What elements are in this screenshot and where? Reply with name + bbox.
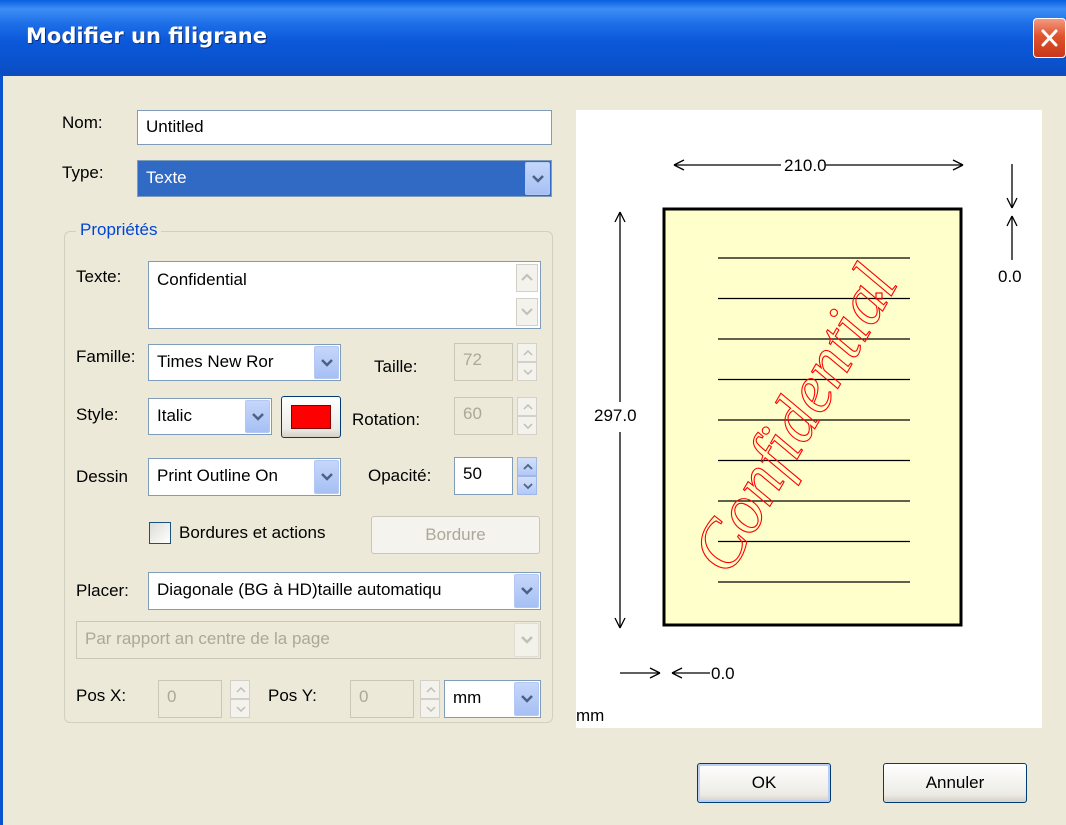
posy-label: Pos Y: — [268, 686, 317, 705]
close-button[interactable] — [1033, 18, 1066, 58]
bordures-checkbox[interactable] — [149, 522, 171, 544]
height-dimension-label: 297.0 — [594, 406, 637, 425]
arrow-down-icon — [426, 705, 436, 712]
cancel-button[interactable]: Annuler — [883, 763, 1027, 803]
arrow-up-icon — [523, 463, 533, 470]
arrow-up-icon — [523, 349, 533, 356]
width-dimension-label: 210.0 — [784, 156, 827, 175]
properties-legend: Propriétés — [76, 220, 162, 240]
opacite-input[interactable]: 50 — [454, 457, 513, 495]
arrow-up-icon — [426, 686, 436, 693]
color-swatch — [291, 405, 331, 429]
watermark-preview: 210.0 0.0 297.0 0.0 mm Confidential — [576, 110, 1042, 728]
dialog-window: Modifier un filigrane Nom: Untitled Type… — [0, 0, 1066, 825]
texte-textarea[interactable]: Confidential — [148, 261, 541, 329]
opacite-spinner[interactable] — [517, 457, 537, 495]
type-select[interactable]: Texte — [137, 160, 552, 197]
texte-value: Confidential — [157, 270, 247, 289]
chevron-down-icon — [321, 358, 333, 367]
chevron-down-icon — [521, 695, 533, 703]
textarea-scrollbar[interactable] — [516, 264, 538, 326]
rotation-spinner[interactable] — [517, 397, 537, 435]
style-select-value: Italic — [157, 406, 192, 425]
unit-select-value: mm — [453, 688, 482, 707]
taille-label: Taille: — [374, 357, 418, 376]
scroll-up-icon — [521, 274, 533, 281]
placer-select-value: Diagonale (BG à HD)taille automatiqu — [157, 580, 442, 599]
rotation-input[interactable]: 60 — [454, 397, 513, 435]
arrow-down-icon — [523, 368, 533, 375]
opacite-label: Opacité: — [368, 466, 432, 485]
famille-select[interactable]: Times New Ror — [148, 344, 341, 381]
title-bar[interactable]: Modifier un filigrane — [0, 0, 1066, 76]
famille-select-value: Times New Ror — [157, 352, 274, 371]
relative-dropdown-button[interactable] — [514, 623, 539, 657]
window-title: Modifier un filigrane — [26, 24, 267, 48]
posx-label: Pos X: — [76, 686, 127, 705]
chevron-down-icon — [252, 412, 264, 421]
famille-dropdown-button[interactable] — [314, 346, 339, 379]
dessin-label: Dessin — [76, 467, 128, 486]
nom-input[interactable]: Untitled — [137, 110, 552, 145]
placer-dropdown-button[interactable] — [514, 574, 539, 608]
chevron-down-icon — [321, 473, 333, 481]
color-picker-button[interactable] — [281, 396, 341, 438]
top-offset-label: 0.0 — [998, 267, 1022, 286]
taille-spinner[interactable] — [517, 343, 537, 381]
dessin-select-value: Print Outline On — [157, 466, 278, 485]
unit-select[interactable]: mm — [444, 680, 541, 718]
window-border — [0, 76, 3, 825]
close-icon — [1041, 29, 1058, 47]
chevron-down-icon — [521, 587, 533, 595]
type-dropdown-button[interactable] — [525, 162, 550, 195]
arrow-down-icon — [523, 482, 533, 489]
posx-spinner[interactable] — [230, 680, 250, 718]
relative-to-select[interactable]: Par rapport an centre de la page — [76, 621, 541, 659]
arrow-down-icon — [236, 705, 246, 712]
unit-label: mm — [576, 706, 604, 725]
posy-spinner[interactable] — [420, 680, 440, 718]
arrow-up-icon — [523, 403, 533, 410]
dessin-dropdown-button[interactable] — [314, 460, 339, 494]
relative-to-value: Par rapport an centre de la page — [85, 629, 330, 648]
style-label: Style: — [76, 405, 119, 424]
dessin-select[interactable]: Print Outline On — [148, 458, 341, 496]
chevron-down-icon — [532, 174, 544, 183]
arrow-down-icon — [523, 422, 533, 429]
type-label: Type: — [62, 163, 104, 182]
posx-input[interactable]: 0 — [158, 680, 222, 718]
chevron-down-icon — [521, 636, 533, 644]
preview-canvas: 210.0 0.0 297.0 0.0 mm Confidential — [576, 156, 1022, 725]
ok-button[interactable]: OK — [697, 763, 831, 803]
nom-label: Nom: — [62, 113, 103, 132]
rotation-label: Rotation: — [352, 410, 421, 429]
style-dropdown-button[interactable] — [245, 400, 270, 433]
placer-label: Placer: — [76, 581, 129, 600]
famille-label: Famille: — [76, 347, 136, 366]
unit-dropdown-button[interactable] — [514, 682, 539, 716]
arrow-up-icon — [236, 686, 246, 693]
style-select[interactable]: Italic — [148, 398, 272, 435]
bordure-button[interactable]: Bordure — [371, 516, 540, 554]
left-offset-label: 0.0 — [711, 664, 735, 683]
type-select-value: Texte — [146, 168, 187, 187]
bordures-label: Bordures et actions — [179, 523, 326, 542]
posy-input[interactable]: 0 — [350, 680, 414, 718]
scroll-down-icon — [521, 308, 533, 316]
taille-input[interactable]: 72 — [454, 343, 513, 381]
placer-select[interactable]: Diagonale (BG à HD)taille automatiqu — [148, 572, 541, 610]
texte-label: Texte: — [76, 267, 122, 286]
